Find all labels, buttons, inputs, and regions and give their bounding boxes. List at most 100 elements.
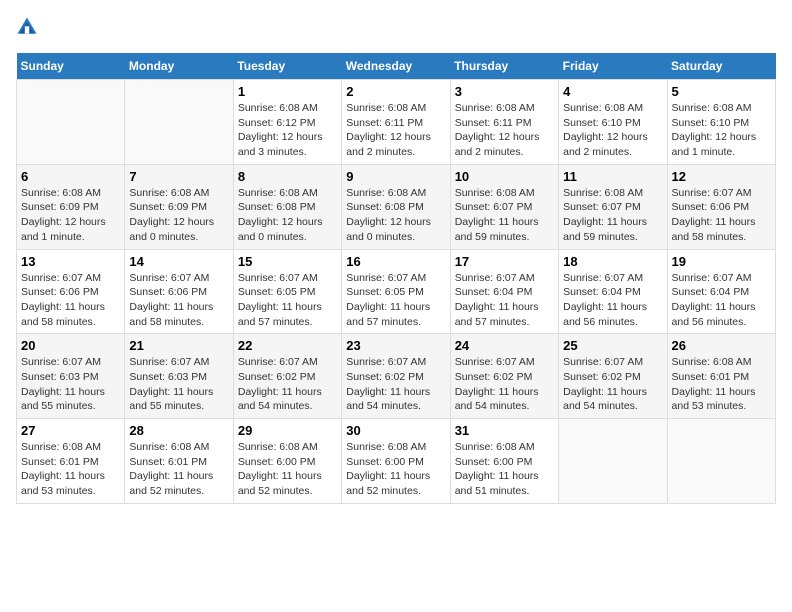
header	[16, 16, 776, 43]
calendar-cell	[17, 80, 125, 165]
calendar-cell: 5 Sunrise: 6:08 AM Sunset: 6:10 PM Daylig…	[667, 80, 775, 165]
calendar-cell: 22 Sunrise: 6:07 AM Sunset: 6:02 PM Dayli…	[233, 334, 341, 419]
day-info: Sunrise: 6:07 AM Sunset: 6:05 PM Dayligh…	[346, 271, 445, 330]
weekday-header-sunday: Sunday	[17, 53, 125, 80]
calendar-cell: 25Sunrise: 6:07 AM Sunset: 6:02 PM Dayli…	[559, 334, 667, 419]
day-number: 29	[238, 423, 337, 438]
day-info: Sunrise: 6:08 AM Sunset: 6:07 PM Dayligh…	[563, 186, 662, 245]
calendar-cell: 11 Sunrise: 6:08 AM Sunset: 6:07 PM Dayli…	[559, 164, 667, 249]
day-info: Sunrise: 6:07 AM Sunset: 6:04 PM Dayligh…	[672, 271, 771, 330]
week-row-4: 20Sunrise: 6:07 AM Sunset: 6:03 PM Dayli…	[17, 334, 776, 419]
day-number: 4	[563, 84, 662, 99]
day-info: Sunrise: 6:08 AM Sunset: 6:00 PM Dayligh…	[455, 440, 554, 499]
day-info: Sunrise: 6:08 AM Sunset: 6:11 PM Dayligh…	[455, 101, 554, 160]
day-number: 28	[129, 423, 228, 438]
day-number: 24	[455, 338, 554, 353]
day-number: 26	[672, 338, 771, 353]
calendar-cell: 19 Sunrise: 6:07 AM Sunset: 6:04 PM Dayli…	[667, 249, 775, 334]
day-number: 1	[238, 84, 337, 99]
calendar-cell: 24 Sunrise: 6:07 AM Sunset: 6:02 PM Dayli…	[450, 334, 558, 419]
logo	[16, 16, 42, 43]
weekday-header-monday: Monday	[125, 53, 233, 80]
day-info: Sunrise: 6:07 AM Sunset: 6:03 PM Dayligh…	[21, 355, 120, 414]
day-info: Sunrise: 6:08 AM Sunset: 6:09 PM Dayligh…	[21, 186, 120, 245]
day-number: 21	[129, 338, 228, 353]
day-info: Sunrise: 6:08 AM Sunset: 6:12 PM Dayligh…	[238, 101, 337, 160]
day-number: 8	[238, 169, 337, 184]
week-row-3: 13 Sunrise: 6:07 AM Sunset: 6:06 PM Dayli…	[17, 249, 776, 334]
calendar-cell: 9 Sunrise: 6:08 AM Sunset: 6:08 PM Daylig…	[342, 164, 450, 249]
calendar-cell: 21 Sunrise: 6:07 AM Sunset: 6:03 PM Dayli…	[125, 334, 233, 419]
day-info: Sunrise: 6:07 AM Sunset: 6:02 PM Dayligh…	[455, 355, 554, 414]
calendar-cell: 10 Sunrise: 6:08 AM Sunset: 6:07 PM Dayli…	[450, 164, 558, 249]
day-info: Sunrise: 6:07 AM Sunset: 6:02 PM Dayligh…	[238, 355, 337, 414]
calendar-cell: 27Sunrise: 6:08 AM Sunset: 6:01 PM Dayli…	[17, 419, 125, 504]
day-number: 16	[346, 254, 445, 269]
day-info: Sunrise: 6:08 AM Sunset: 6:01 PM Dayligh…	[672, 355, 771, 414]
calendar-cell: 31 Sunrise: 6:08 AM Sunset: 6:00 PM Dayli…	[450, 419, 558, 504]
day-number: 14	[129, 254, 228, 269]
day-number: 31	[455, 423, 554, 438]
week-row-5: 27Sunrise: 6:08 AM Sunset: 6:01 PM Dayli…	[17, 419, 776, 504]
weekday-header-tuesday: Tuesday	[233, 53, 341, 80]
day-info: Sunrise: 6:08 AM Sunset: 6:07 PM Dayligh…	[455, 186, 554, 245]
day-info: Sunrise: 6:07 AM Sunset: 6:03 PM Dayligh…	[129, 355, 228, 414]
day-number: 6	[21, 169, 120, 184]
day-number: 12	[672, 169, 771, 184]
day-info: Sunrise: 6:07 AM Sunset: 6:04 PM Dayligh…	[455, 271, 554, 330]
calendar-body: 1 Sunrise: 6:08 AM Sunset: 6:12 PM Daylig…	[17, 80, 776, 504]
calendar-cell: 29Sunrise: 6:08 AM Sunset: 6:00 PM Dayli…	[233, 419, 341, 504]
calendar-cell: 20Sunrise: 6:07 AM Sunset: 6:03 PM Dayli…	[17, 334, 125, 419]
day-number: 15	[238, 254, 337, 269]
day-info: Sunrise: 6:08 AM Sunset: 6:09 PM Dayligh…	[129, 186, 228, 245]
day-info: Sunrise: 6:07 AM Sunset: 6:06 PM Dayligh…	[672, 186, 771, 245]
calendar-cell: 30 Sunrise: 6:08 AM Sunset: 6:00 PM Dayli…	[342, 419, 450, 504]
day-number: 5	[672, 84, 771, 99]
weekday-header-row: SundayMondayTuesdayWednesdayThursdayFrid…	[17, 53, 776, 80]
calendar-cell	[125, 80, 233, 165]
day-number: 11	[563, 169, 662, 184]
day-info: Sunrise: 6:08 AM Sunset: 6:08 PM Dayligh…	[238, 186, 337, 245]
weekday-header-friday: Friday	[559, 53, 667, 80]
day-number: 19	[672, 254, 771, 269]
week-row-2: 6 Sunrise: 6:08 AM Sunset: 6:09 PM Daylig…	[17, 164, 776, 249]
day-number: 7	[129, 169, 228, 184]
day-number: 17	[455, 254, 554, 269]
day-info: Sunrise: 6:08 AM Sunset: 6:08 PM Dayligh…	[346, 186, 445, 245]
calendar-cell: 14 Sunrise: 6:07 AM Sunset: 6:06 PM Dayli…	[125, 249, 233, 334]
day-info: Sunrise: 6:08 AM Sunset: 6:10 PM Dayligh…	[672, 101, 771, 160]
day-info: Sunrise: 6:08 AM Sunset: 6:10 PM Dayligh…	[563, 101, 662, 160]
day-info: Sunrise: 6:07 AM Sunset: 6:02 PM Dayligh…	[563, 355, 662, 414]
day-number: 3	[455, 84, 554, 99]
calendar-cell: 15 Sunrise: 6:07 AM Sunset: 6:05 PM Dayli…	[233, 249, 341, 334]
day-info: Sunrise: 6:07 AM Sunset: 6:06 PM Dayligh…	[21, 271, 120, 330]
day-number: 13	[21, 254, 120, 269]
calendar-cell: 28 Sunrise: 6:08 AM Sunset: 6:01 PM Dayli…	[125, 419, 233, 504]
day-number: 22	[238, 338, 337, 353]
calendar-cell: 6 Sunrise: 6:08 AM Sunset: 6:09 PM Daylig…	[17, 164, 125, 249]
day-number: 23	[346, 338, 445, 353]
calendar-cell: 8 Sunrise: 6:08 AM Sunset: 6:08 PM Daylig…	[233, 164, 341, 249]
day-info: Sunrise: 6:08 AM Sunset: 6:01 PM Dayligh…	[21, 440, 120, 499]
day-number: 30	[346, 423, 445, 438]
calendar-cell: 1 Sunrise: 6:08 AM Sunset: 6:12 PM Daylig…	[233, 80, 341, 165]
calendar-cell: 26 Sunrise: 6:08 AM Sunset: 6:01 PM Dayli…	[667, 334, 775, 419]
day-number: 9	[346, 169, 445, 184]
calendar-cell: 23 Sunrise: 6:07 AM Sunset: 6:02 PM Dayli…	[342, 334, 450, 419]
calendar-cell: 12 Sunrise: 6:07 AM Sunset: 6:06 PM Dayli…	[667, 164, 775, 249]
day-number: 2	[346, 84, 445, 99]
day-info: Sunrise: 6:07 AM Sunset: 6:02 PM Dayligh…	[346, 355, 445, 414]
day-info: Sunrise: 6:08 AM Sunset: 6:00 PM Dayligh…	[346, 440, 445, 499]
calendar-cell: 13 Sunrise: 6:07 AM Sunset: 6:06 PM Dayli…	[17, 249, 125, 334]
calendar-cell: 2 Sunrise: 6:08 AM Sunset: 6:11 PM Daylig…	[342, 80, 450, 165]
calendar-table: SundayMondayTuesdayWednesdayThursdayFrid…	[16, 53, 776, 504]
day-info: Sunrise: 6:07 AM Sunset: 6:05 PM Dayligh…	[238, 271, 337, 330]
week-row-1: 1 Sunrise: 6:08 AM Sunset: 6:12 PM Daylig…	[17, 80, 776, 165]
day-info: Sunrise: 6:08 AM Sunset: 6:11 PM Dayligh…	[346, 101, 445, 160]
day-number: 18	[563, 254, 662, 269]
day-info: Sunrise: 6:08 AM Sunset: 6:01 PM Dayligh…	[129, 440, 228, 499]
day-info: Sunrise: 6:07 AM Sunset: 6:06 PM Dayligh…	[129, 271, 228, 330]
calendar-cell: 3 Sunrise: 6:08 AM Sunset: 6:11 PM Daylig…	[450, 80, 558, 165]
day-number: 10	[455, 169, 554, 184]
calendar-cell: 7 Sunrise: 6:08 AM Sunset: 6:09 PM Daylig…	[125, 164, 233, 249]
